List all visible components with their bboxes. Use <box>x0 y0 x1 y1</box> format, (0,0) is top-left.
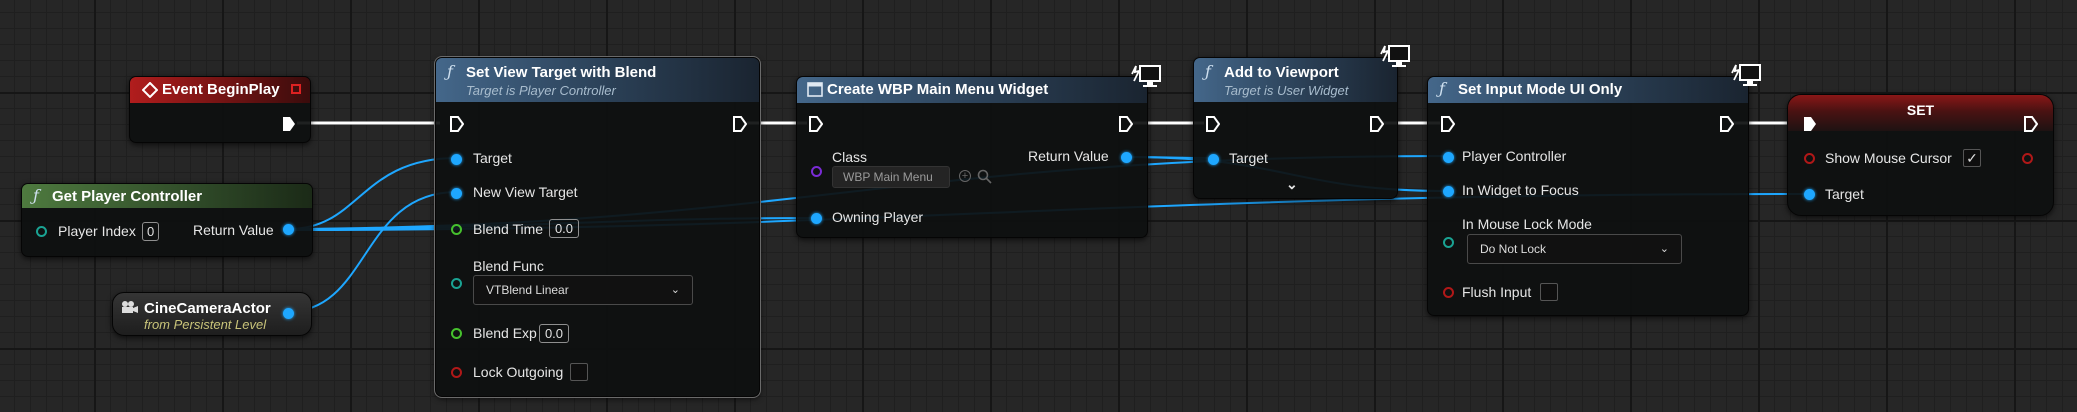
camera-output-pin[interactable] <box>283 308 294 319</box>
return-value-pin[interactable] <box>283 224 294 235</box>
class-pin[interactable] <box>811 166 822 177</box>
event-begin-play-node[interactable]: Event BeginPlay <box>129 76 311 143</box>
node-title: Set View Target with Blend <box>466 64 657 81</box>
create-widget-node[interactable]: Create WBP Main Menu Widget Class WBP Ma… <box>796 65 1161 238</box>
target-label: Target <box>1229 150 1268 166</box>
set-view-target-node[interactable]: ƒ Set View Target with Blend Target is P… <box>434 56 761 398</box>
exec-output-pin[interactable] <box>1370 116 1384 132</box>
node-title: Event BeginPlay <box>162 81 280 98</box>
node-subtitle: Target is Player Controller <box>466 83 616 98</box>
owning-player-label: Owning Player <box>832 209 924 225</box>
target-pin[interactable] <box>451 154 462 165</box>
node-title: Get Player Controller <box>52 188 203 205</box>
exec-output-pin[interactable] <box>2024 116 2038 132</box>
class-dropdown[interactable]: WBP Main Menu <box>832 166 950 188</box>
lock-outgoing-checkbox[interactable] <box>570 363 588 381</box>
exec-output-pin[interactable] <box>733 116 747 132</box>
owning-player-pin[interactable] <box>811 213 822 224</box>
show-cursor-checkbox[interactable]: ✓ <box>1963 149 1981 167</box>
exec-output-pin[interactable] <box>282 116 296 132</box>
exec-input-pin[interactable] <box>450 116 464 132</box>
target-label: Target <box>1825 186 1864 202</box>
node-title: Add to Viewport <box>1224 64 1339 81</box>
function-icon: ƒ <box>33 186 39 205</box>
widget-to-focus-label: In Widget to Focus <box>1462 182 1579 198</box>
target-pin[interactable] <box>1208 154 1219 165</box>
set-input-mode-node[interactable]: ƒ Set Input Mode UI Only Player Controll… <box>1427 64 1761 316</box>
get-player-controller-node[interactable]: ƒ Get Player Controller Player Index 0 R… <box>21 183 313 257</box>
function-icon: ƒ <box>447 62 453 81</box>
show-cursor-label: Show Mouse Cursor <box>1825 150 1952 166</box>
node-subtitle: Target is User Widget <box>1224 83 1349 98</box>
node-title: Set Input Mode UI Only <box>1458 81 1623 98</box>
mouse-lock-value: Do Not Lock <box>1480 242 1547 256</box>
class-label: Class <box>832 149 868 165</box>
return-value-label: Return Value <box>1028 148 1109 164</box>
return-value-label: Return Value <box>193 222 274 238</box>
node-title: SET <box>1906 102 1935 118</box>
exec-input-pin[interactable] <box>1803 116 1817 132</box>
blend-time-label: Blend Time <box>473 221 544 237</box>
exec-output-pin[interactable] <box>1119 116 1133 132</box>
browse-icon[interactable]: + <box>959 170 971 182</box>
mouse-lock-dropdown[interactable]: Do Not Lock ⌄ <box>1467 234 1682 264</box>
new-view-target-label: New View Target <box>473 184 578 200</box>
exec-input-pin[interactable] <box>1206 116 1220 132</box>
lock-outgoing-label: Lock Outgoing <box>473 364 564 380</box>
blend-func-pin[interactable] <box>451 278 462 289</box>
blend-exp-pin[interactable] <box>451 328 462 339</box>
node-title: Create WBP Main Menu Widget <box>827 81 1049 98</box>
player-index-label: Player Index <box>58 223 136 239</box>
widget-icon <box>807 82 823 97</box>
blend-time-pin[interactable] <box>451 224 462 235</box>
delegate-pin[interactable] <box>291 84 301 94</box>
exec-input-pin[interactable] <box>809 116 823 132</box>
node-title: CineCameraActor <box>144 300 271 317</box>
flush-input-label: Flush Input <box>1462 284 1532 300</box>
add-to-viewport-node[interactable]: ƒ Add to Viewport Target is User Widget … <box>1193 45 1410 199</box>
class-value: WBP Main Menu <box>843 170 933 184</box>
chevron-down-icon[interactable]: ⌄ <box>1286 176 1298 193</box>
search-icon[interactable] <box>977 169 992 184</box>
exec-input-pin[interactable] <box>1441 116 1455 132</box>
show-cursor-input-pin[interactable] <box>1804 153 1815 164</box>
blend-func-value: VTBlend Linear <box>486 283 569 297</box>
player-index-value[interactable]: 0 <box>142 222 159 241</box>
lock-outgoing-pin[interactable] <box>451 367 462 378</box>
camera-icon <box>122 301 138 313</box>
blend-func-label: Blend Func <box>473 258 544 274</box>
cine-camera-actor-node[interactable]: CineCameraActor from Persistent Level <box>112 292 312 336</box>
monitor-icon <box>1131 65 1161 87</box>
chevron-down-icon: ⌄ <box>1659 243 1669 255</box>
blend-time-input[interactable]: 0.0 <box>549 219 579 238</box>
monitor-icon <box>1380 45 1410 67</box>
exec-output-pin[interactable] <box>1720 116 1734 132</box>
event-diamond-icon <box>142 82 158 98</box>
target-label: Target <box>473 150 512 166</box>
widget-to-focus-pin[interactable] <box>1443 186 1454 197</box>
new-view-target-pin[interactable] <box>451 188 462 199</box>
function-icon: ƒ <box>1205 62 1211 81</box>
mouse-lock-pin[interactable] <box>1443 237 1454 248</box>
player-index-pin[interactable] <box>36 226 47 237</box>
show-cursor-output-pin[interactable] <box>2022 153 2033 164</box>
player-controller-pin[interactable] <box>1443 152 1454 163</box>
blend-exp-input[interactable]: 0.0 <box>539 324 569 343</box>
function-icon: ƒ <box>1439 79 1445 98</box>
blend-exp-label: Blend Exp <box>473 325 537 341</box>
monitor-icon <box>1731 64 1761 86</box>
set-show-cursor-node[interactable]: SET Show Mouse Cursor ✓ Target <box>1787 94 2054 216</box>
blend-func-dropdown[interactable]: VTBlend Linear ⌄ <box>473 275 693 305</box>
return-value-pin[interactable] <box>1121 152 1132 163</box>
player-controller-label: Player Controller <box>1462 148 1567 164</box>
node-subtitle: from Persistent Level <box>144 317 267 332</box>
flush-input-checkbox[interactable] <box>1540 283 1558 301</box>
flush-input-pin[interactable] <box>1443 287 1454 298</box>
mouse-lock-label: In Mouse Lock Mode <box>1462 216 1592 232</box>
chevron-down-icon: ⌄ <box>670 284 680 296</box>
target-pin[interactable] <box>1804 189 1815 200</box>
wire-controller-to-target <box>288 157 458 230</box>
